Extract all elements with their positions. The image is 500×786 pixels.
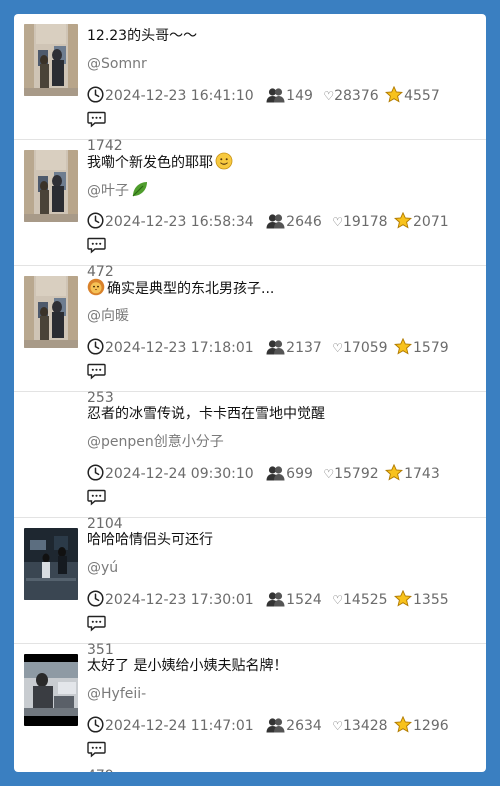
video-title-text: 忍者的冰雪传说，卡卡西在雪地中觉醒: [87, 406, 325, 422]
video-title[interactable]: 忍者的冰雪传说，卡卡西在雪地中觉醒: [87, 404, 477, 424]
author-name[interactable]: @Somnr: [87, 54, 147, 74]
star-icon: [385, 463, 404, 488]
heart-icon: ♡: [332, 341, 344, 355]
list-item[interactable]: 我嘞个新发色的耶耶 @叶子 2024-12-23 16:58:34 2646 ♡…: [14, 140, 486, 280]
favorite-count: 1579: [413, 340, 449, 356]
video-list: 12.23的头哥～～ @Somnr 2024-12-23 16:41:10 14…: [14, 14, 486, 772]
video-thumbnail[interactable]: [24, 654, 78, 726]
clock-icon: [87, 716, 104, 740]
author-handle: @叶子: [87, 183, 129, 199]
author-name[interactable]: @Hyfeii-: [87, 684, 146, 704]
clock-icon: [87, 464, 104, 488]
star-icon: [394, 337, 413, 362]
like-count: 13428: [343, 718, 388, 734]
author-handle: @向暖: [87, 308, 129, 324]
author-name[interactable]: @yú: [87, 558, 118, 578]
like-count: 17059: [343, 340, 388, 356]
favorite-count: 2071: [413, 214, 449, 230]
comment-icon: [87, 615, 106, 639]
star-icon: [394, 211, 413, 236]
video-thumbnail[interactable]: [24, 528, 78, 600]
video-title-text: 确实是典型的东北男孩子...: [107, 281, 275, 297]
play-count: 2634: [286, 718, 322, 734]
video-title-text: 太好了 是小姨给小姨夫贴名牌！: [87, 658, 288, 674]
users-icon: [266, 339, 285, 362]
author-name[interactable]: @penpen创意小分子: [87, 432, 224, 452]
video-thumbnail[interactable]: [24, 276, 78, 348]
heart-icon: ♡: [323, 467, 335, 481]
star-icon: [385, 85, 404, 110]
stats-row: 2024-12-24 11:47:01 2634 ♡13428 1296 479: [87, 715, 472, 772]
lion-face-emoji: [87, 278, 107, 297]
publish-time: 2024-12-24 09:30:10: [105, 466, 254, 482]
video-title[interactable]: 哈哈哈情侣头可还行: [87, 530, 477, 550]
author-handle: @yú: [87, 560, 119, 576]
heart-icon: ♡: [332, 719, 344, 733]
heart-icon: ♡: [323, 89, 335, 103]
play-count: 1524: [286, 592, 322, 608]
comment-count: 479: [87, 768, 114, 772]
author-name[interactable]: @向暖: [87, 306, 129, 326]
users-icon: [266, 213, 285, 236]
play-count: 2646: [286, 214, 322, 230]
publish-time: 2024-12-23 17:30:01: [105, 592, 254, 608]
like-count: 14525: [343, 592, 388, 608]
video-title-text: 12.23的头哥～～: [87, 28, 198, 44]
comment-icon: [87, 237, 106, 261]
clock-icon: [87, 212, 104, 236]
favorite-count: 1743: [404, 466, 440, 482]
users-icon: [266, 591, 285, 614]
clock-icon: [87, 590, 104, 614]
publish-time: 2024-12-24 11:47:01: [105, 718, 254, 734]
video-title-text: 我嘞个新发色的耶耶: [87, 155, 213, 171]
leaf-emoji: [129, 182, 149, 199]
star-icon: [394, 589, 413, 614]
video-thumbnail[interactable]: [24, 24, 78, 96]
heart-icon: ♡: [332, 593, 344, 607]
like-count: 15792: [334, 466, 379, 482]
publish-time: 2024-12-23 16:58:34: [105, 214, 254, 230]
star-icon: [394, 715, 413, 740]
list-item[interactable]: 确实是典型的东北男孩子... @向暖 2024-12-23 17:18:01 2…: [14, 266, 486, 406]
author-handle: @penpen创意小分子: [87, 434, 224, 450]
publish-time: 2024-12-23 17:18:01: [105, 340, 254, 356]
comment-icon: [87, 741, 106, 765]
favorite-count: 1296: [413, 718, 449, 734]
author-name[interactable]: @叶子: [87, 180, 149, 201]
video-title[interactable]: 确实是典型的东北男孩子...: [87, 278, 477, 299]
author-handle: @Hyfeii-: [87, 686, 147, 702]
video-thumbnail[interactable]: [24, 150, 78, 222]
video-title-text: 哈哈哈情侣头可还行: [87, 532, 213, 548]
list-item[interactable]: 12.23的头哥～～ @Somnr 2024-12-23 16:41:10 14…: [14, 14, 486, 154]
like-count: 28376: [334, 88, 379, 104]
comment-icon: [87, 111, 106, 135]
video-title[interactable]: 我嘞个新发色的耶耶: [87, 152, 477, 173]
list-item[interactable]: 忍者的冰雪传说，卡卡西在雪地中觉醒 @penpen创意小分子 2024-12-2…: [14, 392, 486, 532]
users-icon: [266, 87, 285, 110]
video-title[interactable]: 太好了 是小姨给小姨夫贴名牌！: [87, 656, 477, 676]
slightly-smiling-face-emoji: [213, 152, 233, 171]
play-count: 2137: [286, 340, 322, 356]
favorite-count: 1355: [413, 592, 449, 608]
clock-icon: [87, 338, 104, 362]
author-handle: @Somnr: [87, 56, 147, 72]
favorite-count: 4557: [404, 88, 440, 104]
play-count: 699: [286, 466, 313, 482]
list-item[interactable]: 太好了 是小姨给小姨夫贴名牌！ @Hyfeii- 2024-12-24 11:4…: [14, 644, 486, 772]
comment-icon: [87, 489, 106, 513]
list-item[interactable]: 哈哈哈情侣头可还行 @yú 2024-12-23 17:30:01 1524 ♡…: [14, 518, 486, 658]
publish-time: 2024-12-23 16:41:10: [105, 88, 254, 104]
clock-icon: [87, 86, 104, 110]
play-count: 149: [286, 88, 313, 104]
users-icon: [266, 717, 285, 740]
comment-icon: [87, 363, 106, 387]
heart-icon: ♡: [332, 215, 344, 229]
video-title[interactable]: 12.23的头哥～～: [87, 26, 477, 46]
like-count: 19178: [343, 214, 388, 230]
users-icon: [266, 465, 285, 488]
